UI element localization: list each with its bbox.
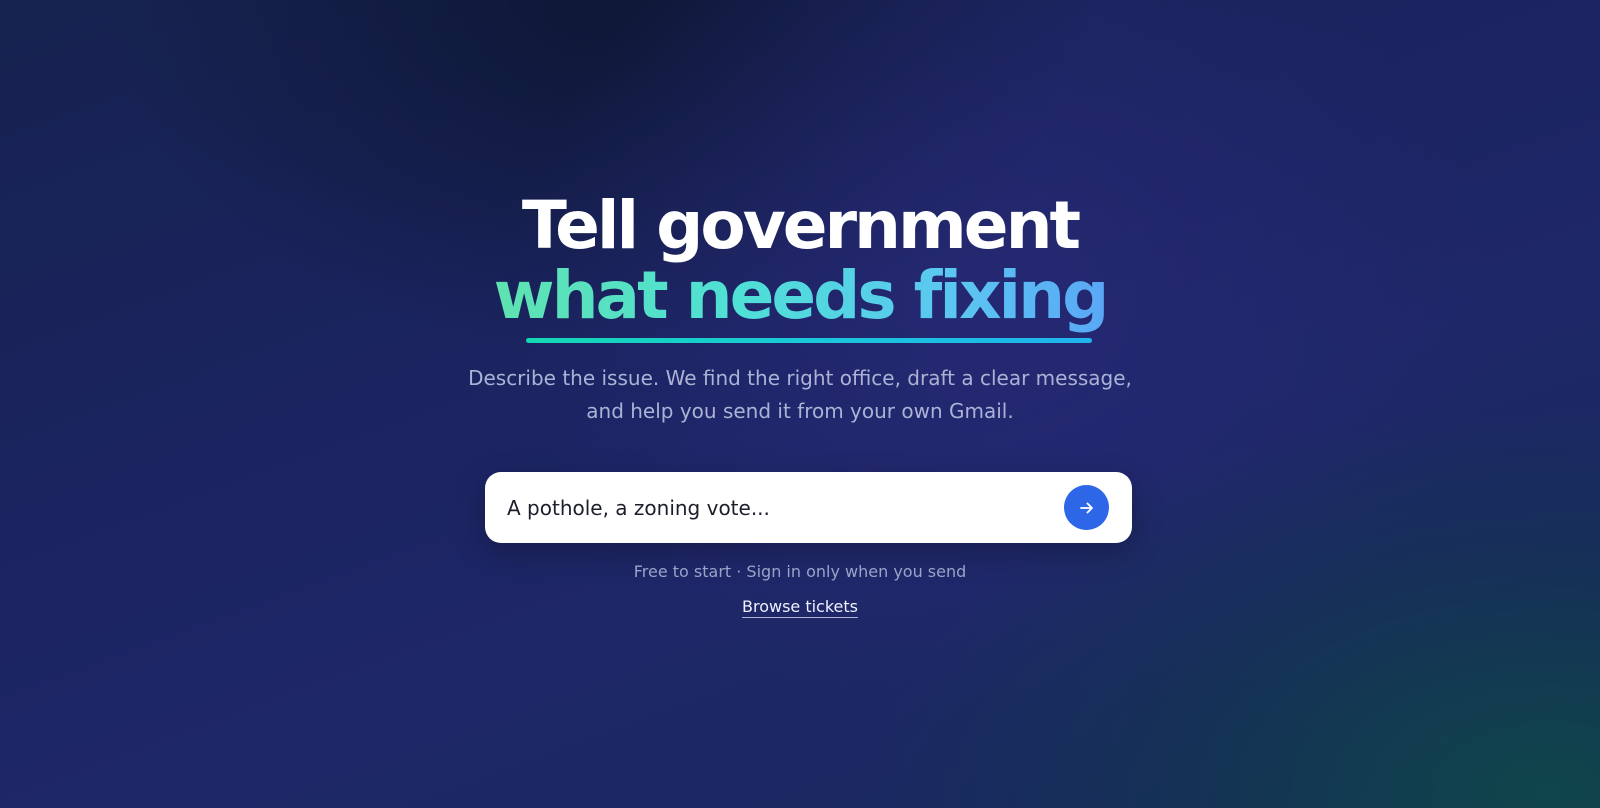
arrow-right-icon bbox=[1079, 502, 1093, 513]
hero-subtitle: Describe the issue. We find the right of… bbox=[0, 362, 1600, 428]
headline-underline bbox=[526, 338, 1092, 343]
pricing-note: Free to start · Sign in only when you se… bbox=[633, 562, 967, 581]
hero-section: Tell government what needs fixing Descri… bbox=[0, 0, 1600, 808]
subtitle-line-2: and help you send it from your own Gmail… bbox=[586, 399, 1014, 423]
headline-secondary-wrapper: what needs fixing bbox=[0, 258, 1600, 334]
issue-search-box bbox=[485, 472, 1132, 543]
submit-button[interactable] bbox=[1064, 485, 1109, 530]
headline-accent: what needs fixing bbox=[493, 257, 1110, 334]
issue-input[interactable] bbox=[507, 472, 1027, 543]
subtitle-line-1: Describe the issue. We find the right of… bbox=[468, 366, 1132, 390]
browse-tickets-link[interactable]: Browse tickets bbox=[741, 597, 858, 618]
browse-link-wrapper: Browse tickets bbox=[0, 596, 1600, 618]
headline-primary: Tell government bbox=[521, 187, 1081, 264]
